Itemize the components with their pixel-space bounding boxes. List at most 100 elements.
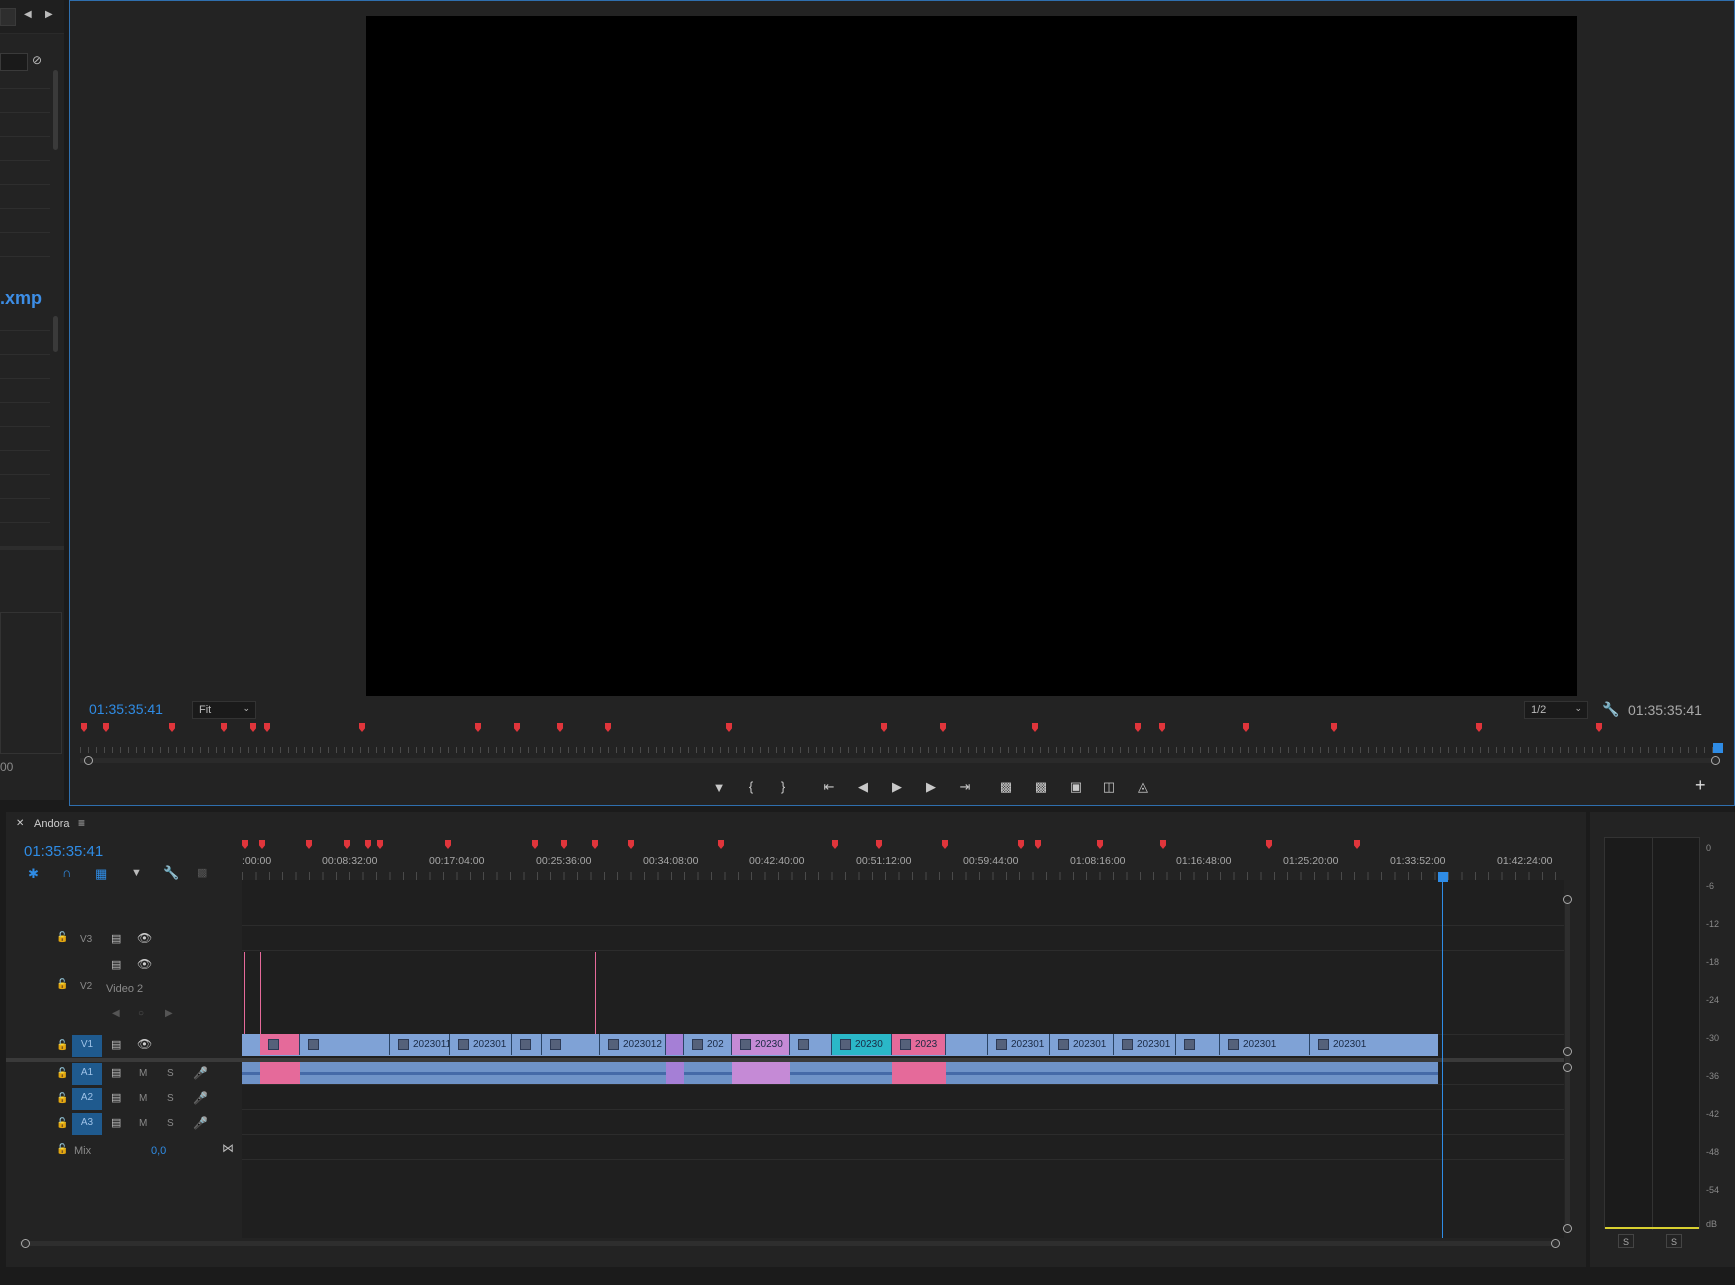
vscroll-handle[interactable] <box>1563 895 1572 904</box>
video-clip[interactable]: 20230 <box>832 1034 892 1055</box>
marker[interactable] <box>1159 723 1165 732</box>
marker[interactable] <box>81 723 87 732</box>
lock-icon[interactable]: 🔓 <box>56 1144 68 1155</box>
solo-button[interactable]: S <box>167 1093 174 1104</box>
solo-right-button[interactable]: S <box>1666 1234 1682 1248</box>
mark-in-icon[interactable]: { <box>740 779 762 794</box>
lock-icon[interactable]: 🔓 <box>56 1040 68 1051</box>
marker[interactable] <box>876 840 882 849</box>
mute-button[interactable]: M <box>139 1093 147 1104</box>
timeline-timecode[interactable]: 01:35:35:41 <box>24 843 103 860</box>
marker[interactable] <box>1596 723 1602 732</box>
zoom-handle-right[interactable] <box>1711 756 1720 765</box>
lock-icon[interactable]: 🔓 <box>56 932 68 943</box>
marker[interactable] <box>250 723 256 732</box>
video-clip[interactable]: 202301 <box>1220 1034 1310 1055</box>
eye-icon[interactable]: 👁 <box>137 1037 152 1051</box>
marker-icon[interactable]: ▼ <box>708 780 730 795</box>
marker[interactable] <box>726 723 732 732</box>
comparison-view-icon[interactable]: ◫ <box>1098 779 1120 795</box>
video-clip[interactable]: 20230 <box>732 1034 790 1055</box>
resolution-select[interactable]: 1/2 ⌄ <box>1524 701 1588 719</box>
eye-icon[interactable]: 👁 <box>137 957 152 971</box>
sync-lock-icon[interactable]: ▤ <box>111 1091 121 1104</box>
nav-back-icon[interactable]: ◀ <box>24 9 32 20</box>
marker[interactable] <box>881 723 887 732</box>
track-target-a1[interactable]: A1 <box>72 1063 102 1085</box>
monitor-playhead[interactable] <box>1713 743 1723 753</box>
marker[interactable] <box>1331 723 1337 732</box>
marker[interactable] <box>1160 840 1166 849</box>
filter-icon[interactable]: ⊘ <box>32 53 42 67</box>
v2-clip[interactable] <box>260 952 261 1034</box>
marker[interactable] <box>344 840 350 849</box>
lock-icon[interactable]: 🔓 <box>56 1068 68 1079</box>
video-clip[interactable]: 202301 <box>1114 1034 1176 1055</box>
marker[interactable] <box>628 840 634 849</box>
marker[interactable] <box>264 723 270 732</box>
audio-clip[interactable] <box>666 1062 684 1084</box>
microphone-icon[interactable]: 🎤 <box>193 1116 208 1130</box>
video-clip[interactable] <box>260 1034 300 1055</box>
v2-clip[interactable] <box>244 952 245 1034</box>
nav-forward-icon[interactable]: ▶ <box>45 9 53 20</box>
next-keyframe-icon[interactable]: ▶ <box>165 1008 173 1019</box>
marker[interactable] <box>561 840 567 849</box>
marker[interactable] <box>832 840 838 849</box>
marker[interactable] <box>169 723 175 732</box>
v2-clip[interactable] <box>595 952 596 1034</box>
marker[interactable] <box>532 840 538 849</box>
video-clip[interactable] <box>1176 1034 1220 1055</box>
lock-icon[interactable]: 🔓 <box>56 979 68 990</box>
marker[interactable] <box>940 723 946 732</box>
vscroll-handle[interactable] <box>1563 1063 1572 1072</box>
sequence-tab[interactable]: Andora <box>34 818 69 830</box>
project-scrollbar[interactable] <box>53 70 58 150</box>
video-clip[interactable]: 202301 <box>450 1034 512 1055</box>
monitor-zoom-bar[interactable] <box>80 758 1720 763</box>
marker[interactable] <box>359 723 365 732</box>
snap-icon[interactable]: ∩ <box>62 865 71 880</box>
extract-icon[interactable]: ▩ <box>1030 779 1052 795</box>
marker[interactable] <box>306 840 312 849</box>
marker[interactable] <box>259 840 265 849</box>
video-clip[interactable]: 202301 <box>988 1034 1050 1055</box>
timeline-settings-icon[interactable]: 🔧 <box>163 865 179 881</box>
audio-clip[interactable] <box>260 1062 300 1084</box>
sync-lock-icon[interactable]: ▤ <box>111 1066 121 1079</box>
marker[interactable] <box>1243 723 1249 732</box>
microphone-icon[interactable]: 🎤 <box>193 1091 208 1105</box>
mark-out-icon[interactable]: } <box>772 779 794 794</box>
sync-lock-icon[interactable]: ▤ <box>111 1116 121 1129</box>
mix-expand-icon[interactable]: ⋈ <box>222 1141 234 1155</box>
go-to-out-icon[interactable]: ⇥ <box>954 779 976 795</box>
marker[interactable] <box>103 723 109 732</box>
panel-divider[interactable] <box>0 546 64 550</box>
play-icon[interactable]: ▶ <box>886 779 908 795</box>
vscroll-handle[interactable] <box>1563 1224 1572 1233</box>
timeline-playhead-head[interactable] <box>1438 872 1448 882</box>
marker[interactable] <box>942 840 948 849</box>
video-clip[interactable] <box>512 1034 542 1055</box>
marker[interactable] <box>592 840 598 849</box>
solo-left-button[interactable]: S <box>1618 1234 1634 1248</box>
export-frame-icon[interactable]: ▣ <box>1065 779 1087 795</box>
lock-icon[interactable]: 🔓 <box>56 1118 68 1129</box>
prev-keyframe-icon[interactable]: ◀ <box>112 1008 120 1019</box>
timeline-ruler-ticks[interactable] <box>242 872 1564 880</box>
close-tab-icon[interactable]: ✕ <box>16 818 24 829</box>
timeline-playhead-line[interactable] <box>1442 882 1443 1238</box>
linked-selection-icon[interactable]: ▦ <box>95 866 107 882</box>
audio-clip[interactable] <box>732 1062 790 1084</box>
marker[interactable] <box>242 840 248 849</box>
marker[interactable] <box>1018 840 1024 849</box>
toggle-proxies-icon[interactable]: ◬ <box>1132 779 1154 795</box>
project-search-input[interactable] <box>0 53 28 71</box>
track-target-v1[interactable]: V1 <box>72 1035 102 1057</box>
marker[interactable] <box>1032 723 1038 732</box>
eye-icon[interactable]: 👁 <box>137 931 152 945</box>
panel-tab[interactable] <box>0 8 16 26</box>
solo-button[interactable]: S <box>167 1068 174 1079</box>
audio-clip[interactable] <box>892 1062 946 1084</box>
video-clip[interactable]: 2023011 <box>390 1034 450 1055</box>
